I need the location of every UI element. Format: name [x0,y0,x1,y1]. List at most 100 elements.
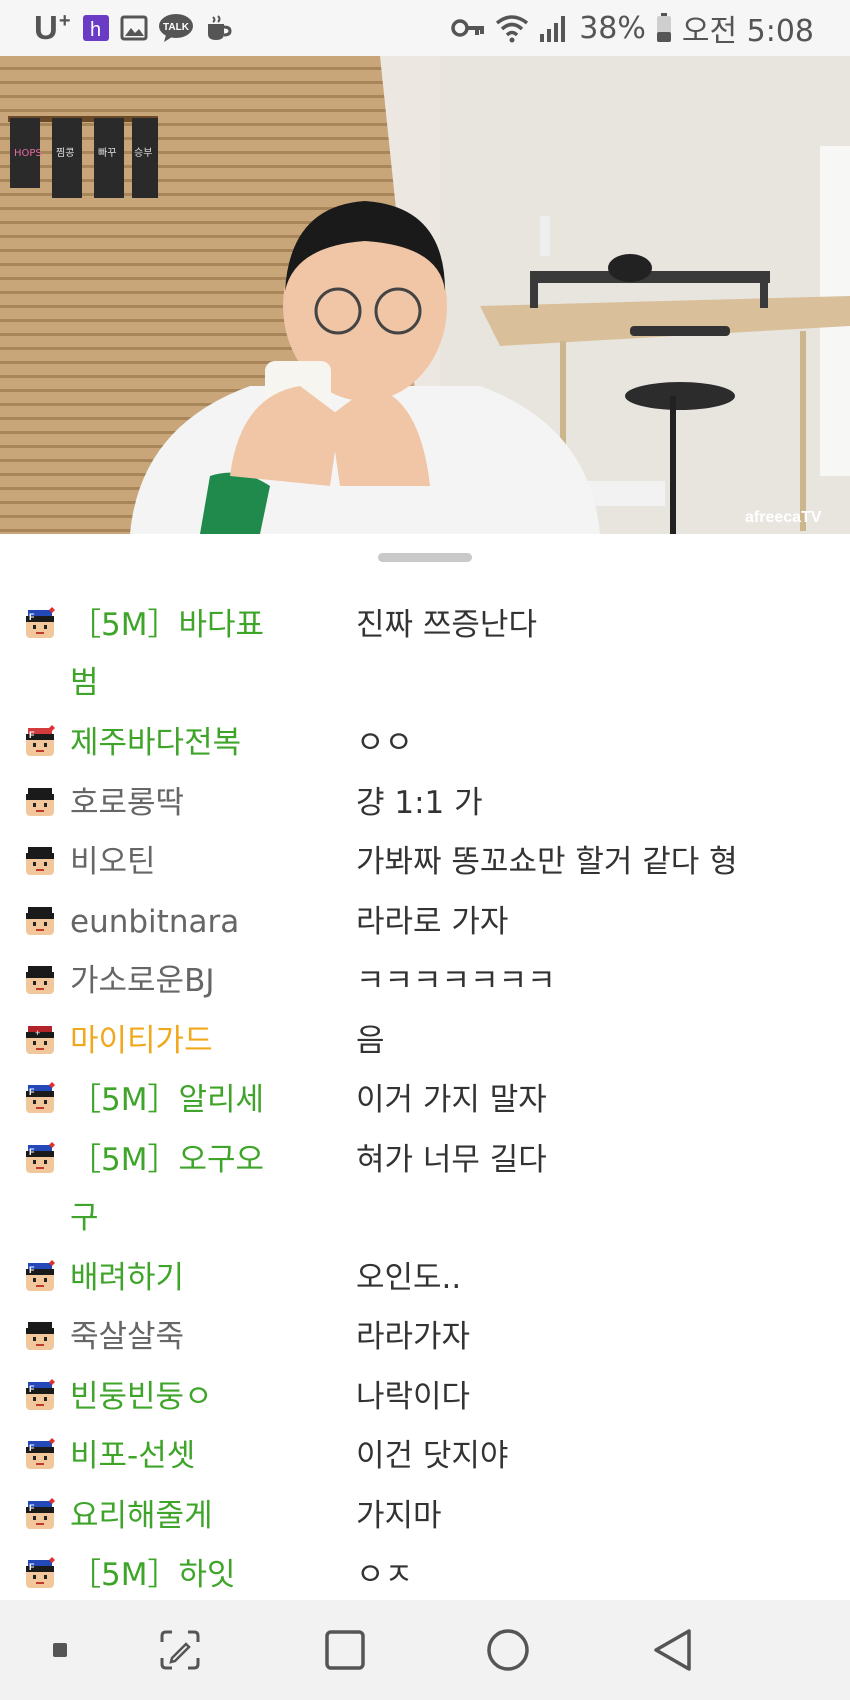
user-avatar-icon[interactable] [20,782,60,822]
home-icon [487,1629,529,1671]
coffee-icon [207,15,232,40]
chat-nickname[interactable]: 비포-선셋 [70,1427,300,1485]
battery-icon [656,13,671,42]
wifi-icon [496,15,529,43]
chat-message[interactable]: + 마이티가드 음 [0,1012,850,1072]
nickname-line: ［5M］알리세 [70,1082,265,1118]
chat-message[interactable]: 호로롱딱 걍 1:1 가 [0,774,850,834]
h-app-icon: h [82,15,109,41]
chat-message[interactable]: F ［5M］알리세 이거 가지 말자 [0,1071,850,1131]
chat-nickname[interactable]: 배려하기 [70,1249,300,1307]
chat-message[interactable]: F ［5M］오구오 구 혀가 너무 길다 [0,1131,850,1249]
svg-text:승부: 승부 [134,147,152,159]
chat-nickname[interactable]: 요리해줄게 [70,1487,300,1545]
chat-message[interactable]: F 빈둥빈둥ㅇ 나락이다 [0,1368,850,1428]
nickname-line: 범 [70,665,99,701]
chat-message-text: 걍 1:1 가 [356,784,483,821]
user-avatar-icon[interactable] [20,901,60,941]
chat-drag-handle[interactable] [378,553,472,562]
svg-text:TALK: TALK [163,22,190,33]
user-avatar-icon[interactable]: F [20,1139,60,1179]
chat-message[interactable]: 가소로운BJ ㅋㅋㅋㅋㅋㅋㅋ [0,952,850,1012]
user-avatar-icon[interactable]: + [20,1020,60,1060]
chat-message-text: 진짜 쯔증난다 [356,607,537,643]
nickname-line: eunbitnara [70,903,240,940]
gallery-icon [120,15,148,41]
user-avatar-icon[interactable]: F [20,1495,60,1535]
chat-nickname[interactable]: 비오틴 [70,833,300,891]
recents-icon [325,1630,365,1670]
chat-nickname[interactable]: 제주바다전복 [70,714,300,772]
nickname-line: 요리해줄게 [70,1497,213,1534]
chat-message[interactable]: 죽살살죽 라라가자 [0,1308,850,1368]
chat-message-text: 가지마 [356,1497,442,1534]
chat-message-text: 라라로 가자 [356,903,509,940]
chat-nickname[interactable]: ［5M］하잇 [70,1546,300,1604]
nickname-line: 배려하기 [70,1259,185,1296]
chat-nickname[interactable]: ［5M］알리세 [70,1071,300,1129]
nickname-line: ［5M］바다표 [70,607,265,643]
chat-message[interactable]: F ［5M］하잇 ㅇㅈ [0,1546,850,1606]
navigation-bar [0,1600,850,1700]
user-avatar-icon[interactable] [20,841,60,881]
video-player[interactable]: HOPS 찜콩 빠꾸 승부 afreecaTV [0,56,850,534]
key-icon [451,19,485,37]
user-avatar-icon[interactable]: F [20,1079,60,1119]
svg-text:F: F [29,612,35,622]
chat-message-text: 혀가 너무 길다 [356,1141,547,1178]
chat-message[interactable]: F 제주바다전복 ㅇㅇ [0,714,850,774]
chat-message-text: 오인도.. [356,1259,462,1296]
chat-message-text: 나락이다 [356,1378,471,1415]
svg-text:F: F [29,1443,35,1453]
chat-nickname[interactable]: 호로롱딱 [70,774,300,832]
chat-message-text: ㅇㅈ [356,1557,414,1593]
chat-message-text: 가봐짜 똥꼬쇼만 할거 같다 형 [356,844,738,880]
nickname-line: 구 [70,1199,99,1236]
chat-nickname[interactable]: 가소로운BJ [70,952,300,1010]
chat-message-text: ㅇㅇ [356,725,414,761]
chat-nickname[interactable]: 마이티가드 [70,1012,300,1070]
user-avatar-icon[interactable] [20,960,60,1000]
nickname-line: 제주바다전복 [70,725,242,761]
svg-text:F: F [29,1562,35,1572]
edit-screen-icon [160,1630,200,1670]
chat-message[interactable]: F 비포-선셋 이건 닷지야 [0,1427,850,1487]
user-avatar-icon[interactable] [20,1316,60,1356]
dot-button[interactable] [40,1600,80,1700]
chat-nickname[interactable]: 죽살살죽 [70,1308,300,1366]
chat-message[interactable]: eunbitnara 라라로 가자 [0,893,850,953]
svg-text:+: + [35,1028,40,1038]
home-button[interactable] [483,1600,533,1700]
chat-nickname[interactable]: ［5M］오구오구 [70,1131,300,1247]
edit-screen-button[interactable] [155,1600,205,1700]
user-avatar-icon[interactable]: F [20,604,60,644]
back-icon [654,1629,691,1671]
carrier-label: U+ [34,9,72,46]
user-avatar-icon[interactable]: F [20,722,60,762]
nickname-line: 비포-선셋 [70,1438,196,1474]
nickname-line: 비오틴 [70,844,156,880]
svg-text:F: F [29,1087,35,1097]
dot-icon [53,1643,67,1657]
chat-message[interactable]: F ［5M］바다표범 진짜 쯔증난다 [0,596,850,714]
chat-message-text: 음 [356,1022,385,1059]
nickname-line: ［5M］오구오 [70,1141,265,1178]
svg-text:h: h [90,19,101,41]
user-avatar-icon[interactable]: F [20,1376,60,1416]
user-avatar-icon[interactable]: F [20,1554,60,1594]
user-avatar-icon[interactable]: F [20,1257,60,1297]
user-avatar-icon[interactable]: F [20,1435,60,1475]
back-button[interactable] [648,1600,698,1700]
chat-message[interactable]: 비오틴 가봐짜 똥꼬쇼만 할거 같다 형 [0,833,850,893]
chat-message-text: 이건 닷지야 [356,1438,509,1474]
signal-icon [540,16,566,42]
chat-message[interactable]: F 배려하기 오인도.. [0,1249,850,1309]
chat-nickname[interactable]: ［5M］바다표범 [70,596,300,712]
chat-nickname[interactable]: 빈둥빈둥ㅇ [70,1368,300,1426]
chat-message-text: 라라가자 [356,1319,471,1355]
chat-message[interactable]: F 요리해줄게 가지마 [0,1487,850,1547]
recents-button[interactable] [320,1600,370,1700]
svg-text:HOPS: HOPS [14,148,42,159]
svg-text:F: F [29,1503,35,1513]
chat-nickname[interactable]: eunbitnara [70,893,300,951]
